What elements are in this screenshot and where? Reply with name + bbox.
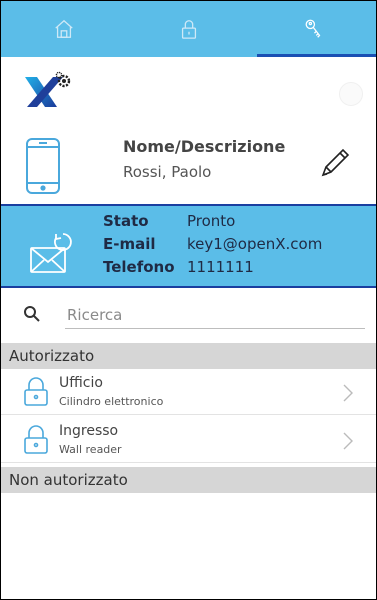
lock-type: Wall reader — [59, 443, 122, 456]
tab-key[interactable] — [251, 1, 376, 57]
home-icon — [54, 19, 73, 38]
lock-name: Ufficio — [59, 375, 103, 391]
list-item[interactable]: Ingresso Wall reader — [1, 419, 376, 463]
unauthorized-header: Non autorizzato — [1, 467, 376, 493]
status-label: Stato — [103, 212, 149, 230]
openx-logo — [25, 71, 71, 107]
status-value: Pronto — [187, 212, 236, 230]
app-screen: Nome/Descrizione Rossi, Paolo Stato Pron… — [0, 0, 377, 600]
key-icon — [305, 19, 320, 38]
list-item[interactable]: Ufficio Cilindro elettronico — [1, 371, 376, 415]
authorized-header: Autorizzato — [1, 343, 376, 369]
search-icon — [24, 306, 40, 322]
phone-value: 1111111 — [187, 258, 254, 276]
chevron-right-icon — [343, 384, 353, 402]
device-value: Rossi, Paolo — [123, 163, 212, 181]
search-input[interactable] — [65, 301, 365, 329]
active-tab-indicator — [257, 54, 376, 57]
lock-type: Cilindro elettronico — [59, 395, 164, 408]
pencil-icon[interactable] — [317, 145, 353, 181]
lock-icon — [181, 20, 196, 39]
chevron-right-icon — [343, 432, 353, 450]
lock-name: Ingresso — [59, 423, 119, 439]
lock-icon — [24, 377, 48, 406]
tab-home[interactable] — [1, 1, 126, 57]
device-label: Nome/Descrizione — [123, 137, 286, 156]
email-label: E-mail — [103, 235, 156, 253]
phone-label: Telefono — [103, 258, 175, 276]
lock-icon — [24, 425, 48, 454]
smartphone-icon — [26, 138, 60, 194]
tab-bar — [1, 1, 376, 57]
sync-indicator[interactable] — [339, 82, 363, 106]
tab-lock[interactable] — [126, 1, 251, 57]
mail-sync-icon — [30, 233, 72, 273]
email-value: key1@openX.com — [187, 235, 323, 253]
status-panel: Stato Pronto E-mail key1@openX.com Telef… — [1, 204, 376, 288]
